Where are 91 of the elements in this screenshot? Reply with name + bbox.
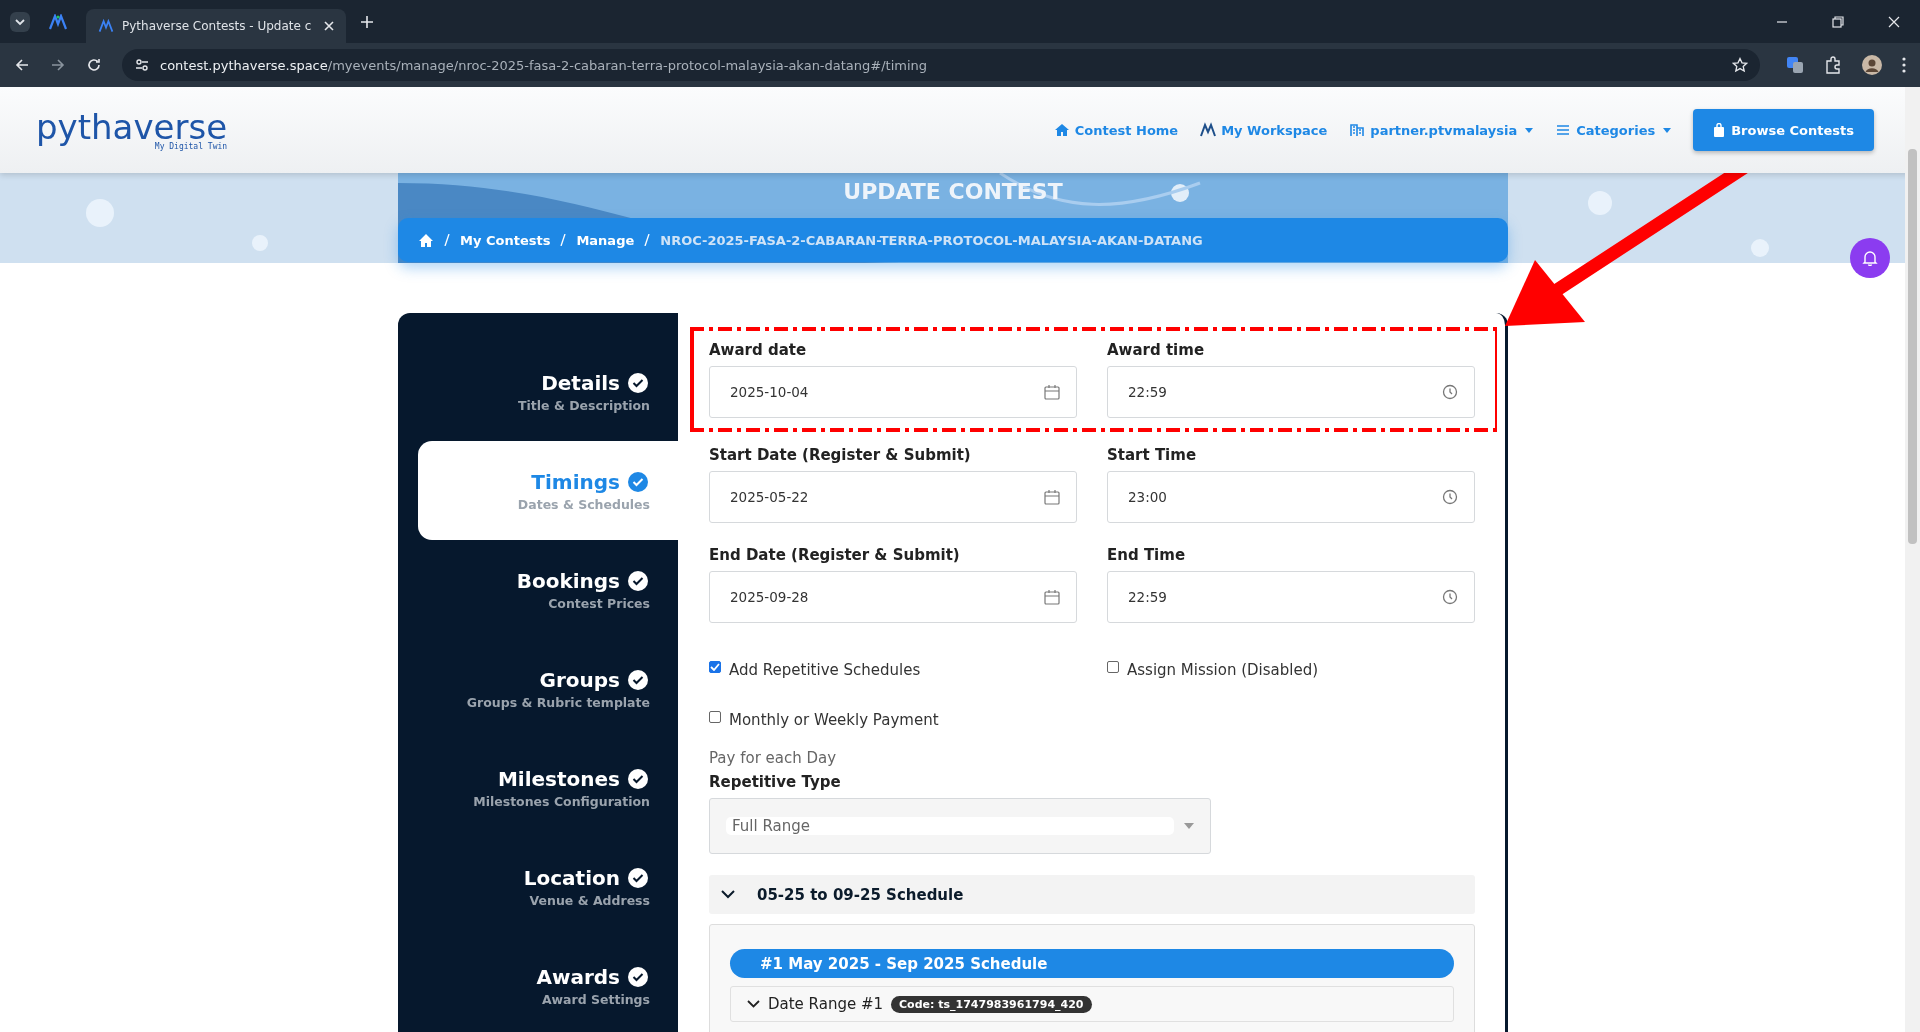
close-icon[interactable] [1888, 15, 1900, 28]
date-range-label: Date Range #1 [768, 995, 884, 1013]
reload-icon[interactable] [86, 57, 102, 73]
checkmark-icon [710, 663, 720, 671]
chevron-icon[interactable] [747, 1000, 760, 1008]
step-title: Bookings [516, 568, 620, 593]
field-label: Award time [1107, 341, 1206, 359]
forward-icon[interactable] [50, 57, 66, 73]
tab-list-icon[interactable] [10, 11, 30, 32]
breadcrumb-link[interactable]: My Contests [460, 232, 551, 248]
field-label: Start Time [1107, 446, 1198, 464]
code-badge: Code: ts_1747983961794_420 [891, 995, 1092, 1013]
field-label: Award date [709, 341, 808, 359]
tab-title: Pythaverse Contests - Update c [122, 19, 313, 33]
step-item[interactable]: Location Venue & Address [418, 846, 678, 945]
field-label: Repetitive Type [709, 773, 842, 791]
field-label: End Date (Register & Submit) [709, 546, 961, 564]
dropdown-field[interactable]: Full Range [709, 798, 1211, 854]
clock-icon[interactable] [1442, 589, 1458, 605]
checkbox[interactable] [709, 711, 721, 723]
browse-contests-button[interactable]: Browse Contests [1693, 109, 1874, 151]
home-icon [1053, 122, 1070, 138]
date-field[interactable]: 2025-10-04 [709, 366, 1077, 418]
step-subtitle: Award Settings [541, 991, 650, 1007]
step-item[interactable]: Groups Groups & Rubric template [418, 648, 678, 747]
close-icon[interactable] [324, 21, 334, 31]
app-logo-icon[interactable] [48, 13, 68, 30]
checkbox-label: Monthly or Weekly Payment [729, 711, 939, 729]
step-subtitle: Contest Prices [548, 595, 650, 611]
bell-icon [1862, 250, 1878, 266]
restore-icon[interactable] [1832, 15, 1844, 28]
step-title: Timings [531, 469, 620, 494]
step-title: Awards [536, 964, 620, 989]
date-field[interactable]: 2025-09-28 [709, 571, 1077, 623]
back-icon[interactable] [14, 57, 30, 73]
list-icon [1555, 122, 1572, 138]
new-tab-icon[interactable] [360, 14, 374, 29]
checkbox[interactable] [1107, 661, 1119, 673]
calendar-icon[interactable] [1044, 589, 1060, 605]
site-info-icon[interactable] [134, 57, 150, 73]
step-subtitle: Milestones Configuration [473, 793, 650, 809]
step-title: Details [541, 370, 620, 395]
page-title: UPDATE CONTEST [842, 179, 1064, 204]
step-item[interactable]: Bookings Contest Prices [418, 549, 678, 648]
scrollbar[interactable] [1905, 87, 1920, 1032]
separator-icon [444, 234, 450, 246]
field-label: End Time [1107, 546, 1187, 564]
shopping-bag-icon [1713, 123, 1726, 137]
calendar-icon[interactable] [1044, 384, 1060, 400]
url-text: contest.pythaverse.space/myevents/manage/nroc-2025-fasa-2-cabaran-terra-protocol-malaysia-akan-datang#/timing [160, 57, 929, 73]
field-label: Start Date (Register & Submit) [709, 446, 972, 464]
step-item[interactable]: Timings Dates & Schedules [418, 441, 678, 540]
accordion-header[interactable]: 05-25 to 09-25 Schedule [709, 875, 1475, 914]
step-title: Location [523, 865, 620, 890]
home-icon[interactable] [418, 232, 434, 248]
schedule-tab[interactable]: #1 May 2025 - Sep 2025 Schedule [730, 949, 1454, 978]
logo-wordmark[interactable]: pythaverse [36, 109, 228, 144]
caret-icon [1184, 823, 1194, 829]
building-icon [1349, 122, 1366, 138]
calendar-icon[interactable] [1044, 489, 1060, 505]
breadcrumb-link[interactable]: Manage [576, 232, 635, 248]
profile-avatar-icon[interactable] [1862, 55, 1882, 75]
favicon-icon [98, 19, 114, 33]
clock-icon[interactable] [1442, 384, 1458, 400]
checkbox[interactable] [709, 661, 721, 673]
time-field[interactable]: 23:00 [1107, 471, 1475, 523]
separator-icon [644, 234, 651, 246]
browser-tab[interactable]: Pythaverse Contests - Update c [86, 9, 346, 43]
more-icon[interactable] [1902, 57, 1906, 73]
step-title: Milestones [497, 766, 620, 791]
notification-button[interactable] [1850, 238, 1890, 278]
step-item[interactable]: Milestones Milestones Configuration [418, 747, 678, 846]
separator-icon [560, 234, 567, 246]
extensions-icon[interactable] [1824, 56, 1842, 74]
address-bar[interactable]: contest.pythaverse.space/myevents/manage/nroc-2025-fasa-2-cabaran-terra-protocol-malaysia-akan-datang#/timing [122, 49, 1760, 81]
step-subtitle: Dates & Schedules [517, 496, 650, 512]
clock-icon[interactable] [1442, 489, 1458, 505]
step-title: Groups [539, 667, 620, 692]
checkbox-label: Assign Mission (Disabled) [1127, 661, 1319, 679]
step-subtitle: Title & Description [518, 397, 650, 413]
date-field[interactable]: 2025-05-22 [709, 471, 1077, 523]
time-field[interactable]: 22:59 [1107, 571, 1475, 623]
step-subtitle: Venue & Address [529, 892, 650, 908]
time-field[interactable]: 22:59 [1107, 366, 1475, 418]
translate-icon[interactable] [1786, 56, 1804, 74]
checkbox-label: Add Repetitive Schedules [729, 661, 921, 679]
step-item[interactable]: Awards Award Settings [418, 945, 678, 1032]
step-subtitle: Groups & Rubric template [466, 694, 650, 710]
workspace-logo-icon [1200, 122, 1217, 138]
help-text: Pay for each Day [709, 749, 838, 767]
star-icon[interactable] [1732, 57, 1748, 73]
